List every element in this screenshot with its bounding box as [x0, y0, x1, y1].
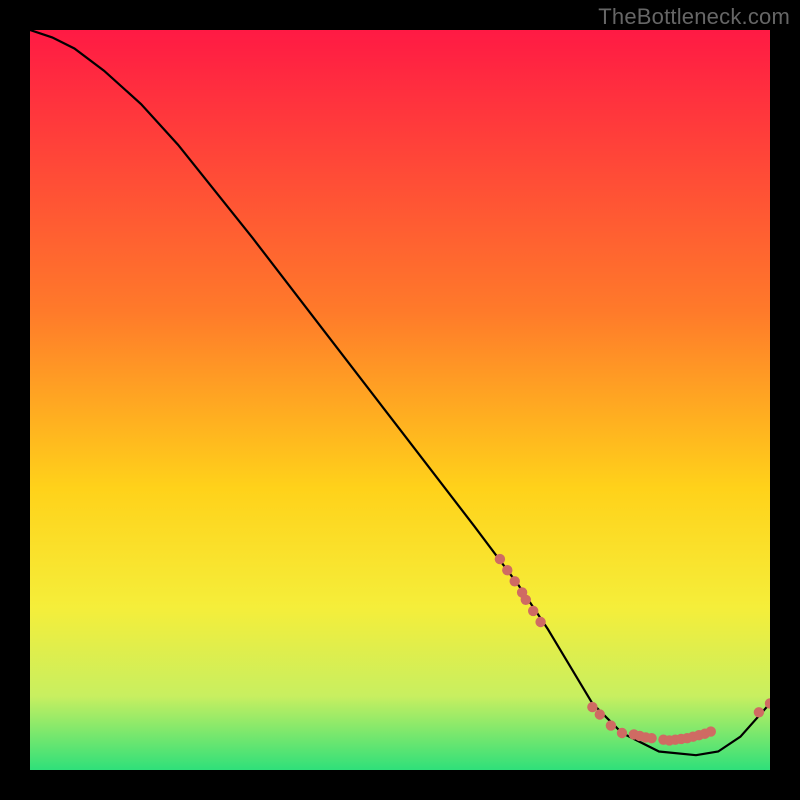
data-marker [587, 702, 597, 712]
data-marker [595, 709, 605, 719]
data-marker [502, 565, 512, 575]
data-marker [646, 733, 656, 743]
chart-frame: TheBottleneck.com [0, 0, 800, 800]
data-marker [706, 726, 716, 736]
data-marker [754, 707, 764, 717]
data-marker [606, 720, 616, 730]
data-marker [617, 728, 627, 738]
data-marker [535, 617, 545, 627]
chart-background [30, 30, 770, 770]
chart-svg [30, 30, 770, 770]
data-marker [495, 554, 505, 564]
data-marker [510, 576, 520, 586]
data-marker [528, 606, 538, 616]
watermark-text: TheBottleneck.com [598, 4, 790, 30]
plot-area [30, 30, 770, 770]
data-marker [521, 595, 531, 605]
